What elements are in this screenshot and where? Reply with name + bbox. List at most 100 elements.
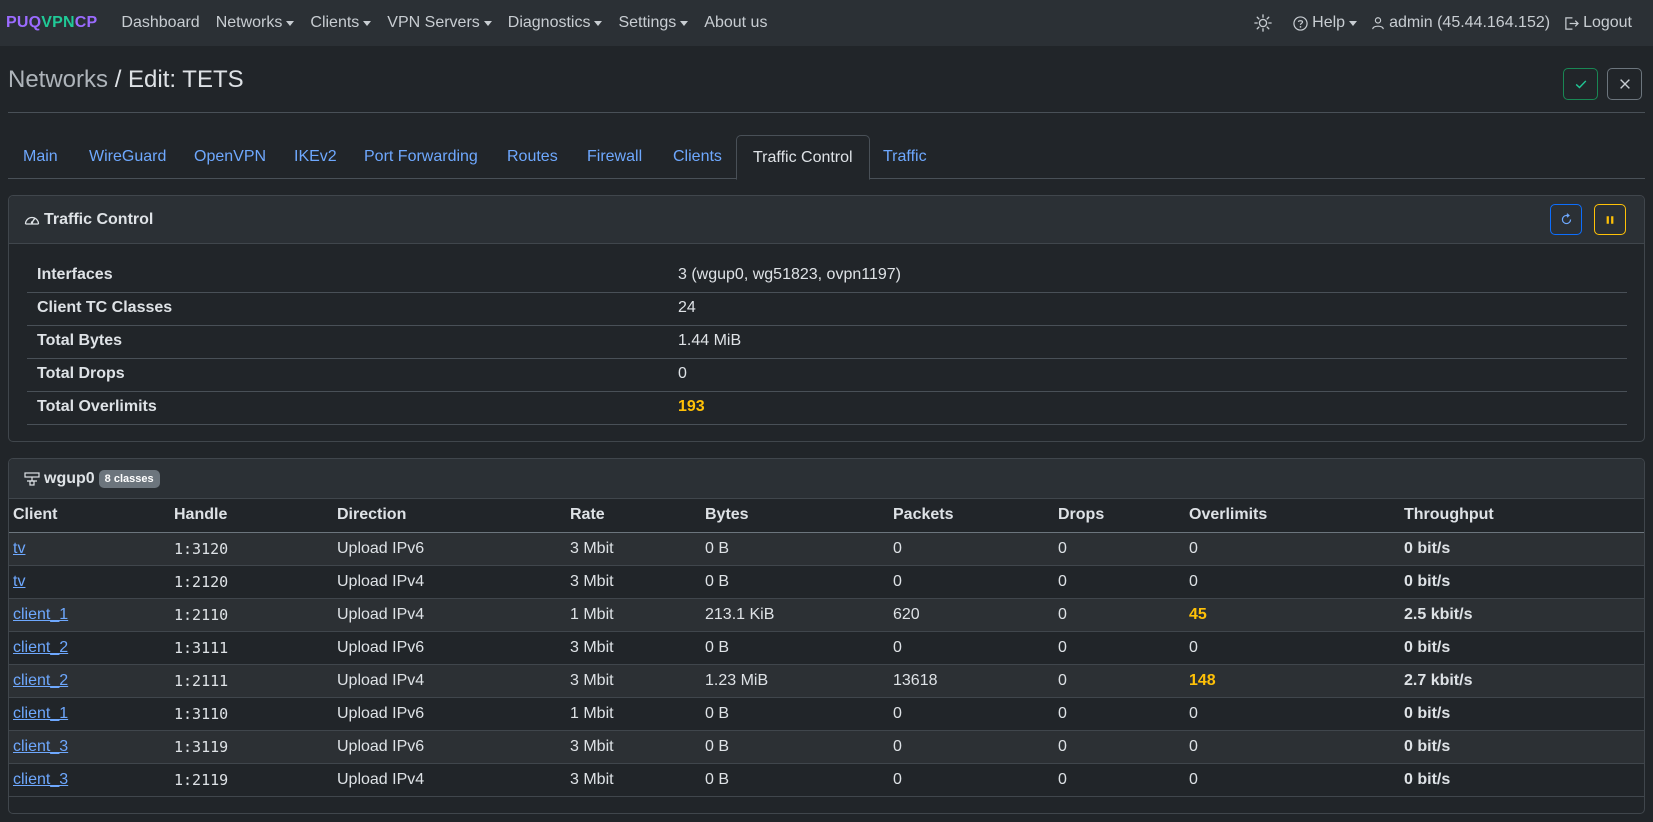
tab-traffic-control[interactable]: Traffic Control — [736, 135, 870, 180]
cell-handle: 1:3111 — [170, 631, 333, 665]
nav-item-label: Clients — [310, 14, 360, 31]
cell-overlimits: 0 — [1185, 697, 1400, 731]
theme-toggle[interactable] — [1247, 14, 1286, 32]
help-label: Help — [1312, 14, 1346, 31]
cell-throughput: 2.7 kbit/s — [1400, 664, 1644, 698]
cell-packets: 0 — [889, 565, 1054, 599]
brand-part-puq: PUQ — [6, 14, 42, 31]
tab-firewall[interactable]: Firewall — [587, 135, 642, 179]
nav-item-networks[interactable]: Networks — [208, 14, 303, 32]
client-link[interactable]: tv — [13, 573, 25, 590]
cell-rate: 1 Mbit — [566, 697, 701, 731]
cell-rate: 3 Mbit — [566, 565, 701, 599]
cell-direction: Upload IPv6 — [333, 697, 566, 731]
sun-icon — [1254, 14, 1272, 32]
summary-row: Interfaces 3 (wgup0, wg51823, ovpn1197) — [27, 260, 1627, 293]
summary-value: 0 — [678, 365, 687, 382]
cell-rate: 3 Mbit — [566, 532, 701, 566]
user-menu[interactable]: admin (45.44.164.152) — [1364, 14, 1557, 32]
cell-client: client_1 — [9, 598, 170, 632]
cell-rate: 3 Mbit — [566, 763, 701, 797]
nav-item-about-us[interactable]: About us — [696, 14, 775, 32]
nav-item-clients[interactable]: Clients — [302, 14, 379, 32]
brand-logo[interactable]: PUQVPNCP — [6, 14, 97, 32]
tab-ikev2[interactable]: IKEv2 — [294, 135, 337, 179]
nav-item-diagnostics[interactable]: Diagnostics — [500, 14, 611, 32]
table-row: client_3 1:3119 Upload IPv6 3 Mbit 0 B0000 b… — [9, 730, 1644, 764]
summary-value: 3 (wgup0, wg51823, ovpn1197) — [678, 266, 901, 283]
cell-direction: Upload IPv6 — [333, 532, 566, 566]
header-divider — [8, 112, 1645, 113]
chevron-down-icon — [1349, 20, 1358, 26]
tab-traffic[interactable]: Traffic — [883, 135, 927, 179]
client-link[interactable]: client_1 — [13, 705, 68, 722]
cell-throughput: 0 bit/s — [1400, 697, 1644, 731]
client-link[interactable]: tv — [13, 540, 25, 557]
cell-rate: 3 Mbit — [566, 730, 701, 764]
interface-name: wgup0 — [44, 469, 95, 487]
summary-key: Total Overlimits — [37, 398, 157, 415]
cell-overlimits: 0 — [1185, 730, 1400, 764]
cell-bytes: 0 B — [701, 532, 889, 566]
nav-item-dashboard[interactable]: Dashboard — [113, 14, 207, 32]
client-link[interactable]: client_3 — [13, 738, 68, 755]
cell-overlimits: 0 — [1185, 565, 1400, 599]
tab-main[interactable]: Main — [23, 135, 58, 179]
client-link[interactable]: client_2 — [13, 639, 68, 656]
nav-item-label: Networks — [215, 14, 283, 31]
nav-item-settings[interactable]: Settings — [610, 14, 696, 32]
summary-row: Total Drops 0 — [27, 359, 1627, 392]
breadcrumb-networks[interactable]: Networks — [8, 66, 108, 93]
cell-bytes: 0 B — [701, 697, 889, 731]
chevron-down-icon — [483, 20, 492, 26]
save-button[interactable] — [1563, 68, 1598, 100]
cell-drops: 0 — [1054, 763, 1185, 797]
nav-item-vpn-servers[interactable]: VPN Servers — [379, 14, 499, 32]
help-menu[interactable]: Help — [1286, 14, 1364, 32]
summary-key: Client TC Classes — [37, 299, 173, 316]
cell-handle: 1:2119 — [170, 763, 333, 797]
brand-part-cp: CP — [74, 14, 98, 31]
client-link[interactable]: client_1 — [13, 606, 68, 623]
tab-openvpn[interactable]: OpenVPN — [194, 135, 266, 179]
column-header-rate: Rate — [566, 499, 701, 533]
cell-overlimits: 0 — [1185, 532, 1400, 566]
summary-key: Total Drops — [37, 365, 125, 382]
cell-overlimits: 45 — [1185, 598, 1400, 632]
class-count-badge: 8 classes — [98, 469, 160, 488]
tab-port-forwarding[interactable]: Port Forwarding — [364, 135, 478, 179]
cell-packets: 0 — [889, 763, 1054, 797]
tab-wireguard[interactable]: WireGuard — [89, 135, 166, 179]
pause-button[interactable] — [1594, 204, 1626, 235]
tab-routes[interactable]: Routes — [507, 135, 558, 179]
client-link[interactable]: client_3 — [13, 771, 68, 788]
cell-rate: 1 Mbit — [566, 598, 701, 632]
logout-label: Logout — [1583, 14, 1632, 31]
cell-drops: 0 — [1054, 697, 1185, 731]
nav-item-label: Diagnostics — [507, 14, 591, 31]
brand-part-vpn: VPN — [41, 14, 75, 31]
cell-client: client_3 — [9, 763, 170, 797]
page-title: Networks / Edit: TETS — [8, 66, 244, 94]
cell-drops: 0 — [1054, 730, 1185, 764]
tab-clients[interactable]: Clients — [673, 135, 722, 179]
cell-client: client_2 — [9, 664, 170, 698]
cell-bytes: 0 B — [701, 565, 889, 599]
speedometer-icon — [24, 216, 40, 225]
cell-handle: 1:2110 — [170, 598, 333, 632]
cell-bytes: 0 B — [701, 631, 889, 665]
logout-link[interactable]: Logout — [1557, 14, 1639, 32]
cell-handle: 1:3110 — [170, 697, 333, 731]
refresh-button[interactable] — [1550, 204, 1582, 235]
chevron-down-icon — [680, 20, 689, 26]
main-nav: Dashboard Networks Clients VPN Servers Diagn… — [113, 14, 775, 32]
close-button[interactable] — [1607, 68, 1642, 100]
card-title: Traffic Control — [24, 211, 153, 229]
client-link[interactable]: client_2 — [13, 672, 68, 689]
x-icon — [1619, 79, 1630, 89]
traffic-control-title: Traffic Control — [44, 210, 154, 228]
cell-throughput: 0 bit/s — [1400, 631, 1644, 665]
cell-client: client_3 — [9, 730, 170, 764]
cell-packets: 0 — [889, 730, 1054, 764]
breadcrumb-current: / Edit: TETS — [108, 66, 244, 93]
